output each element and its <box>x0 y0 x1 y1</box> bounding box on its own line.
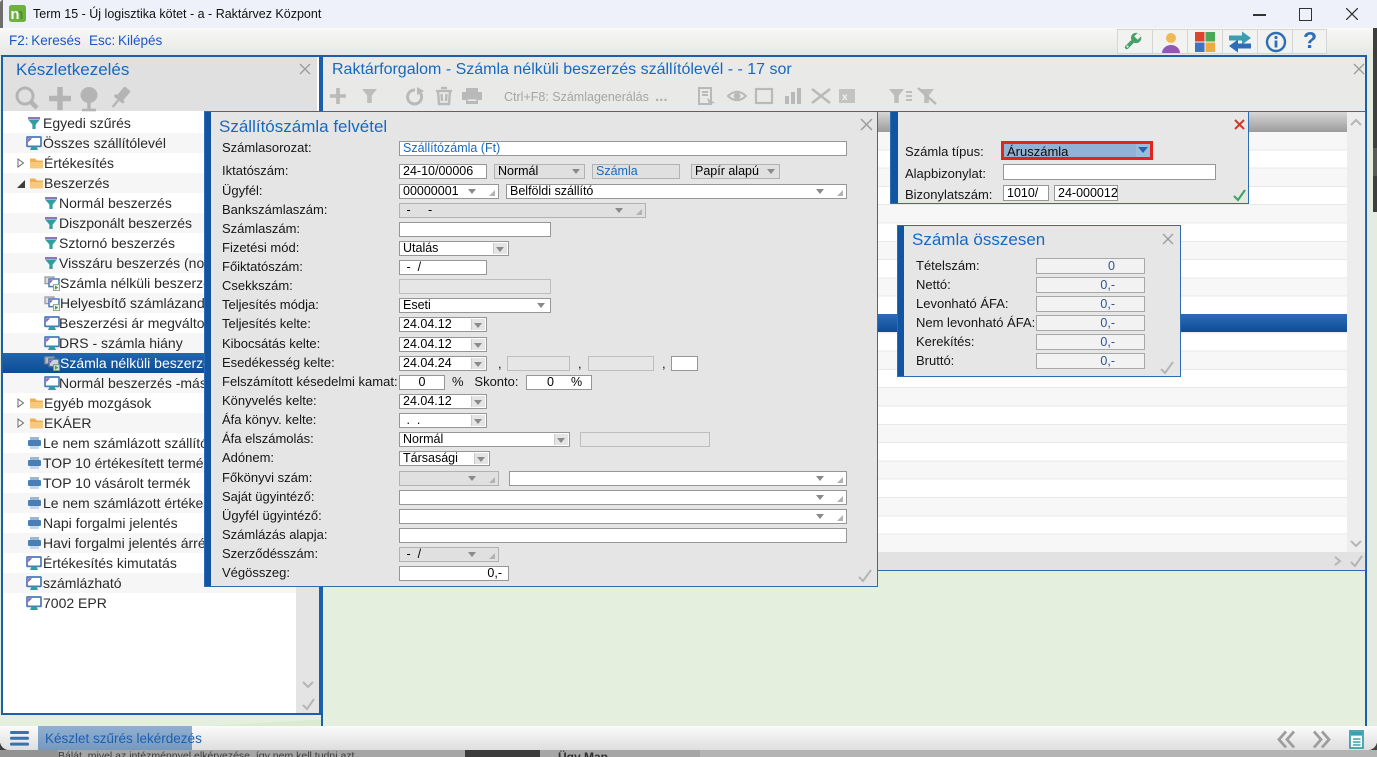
svg-text:...: ... <box>655 88 668 105</box>
svg-text:x: x <box>842 92 848 103</box>
svg-text:Ctrl+F8: Számlagenerálás: Ctrl+F8: Számlagenerálás <box>504 90 649 104</box>
svg-text:n: n <box>11 7 20 22</box>
